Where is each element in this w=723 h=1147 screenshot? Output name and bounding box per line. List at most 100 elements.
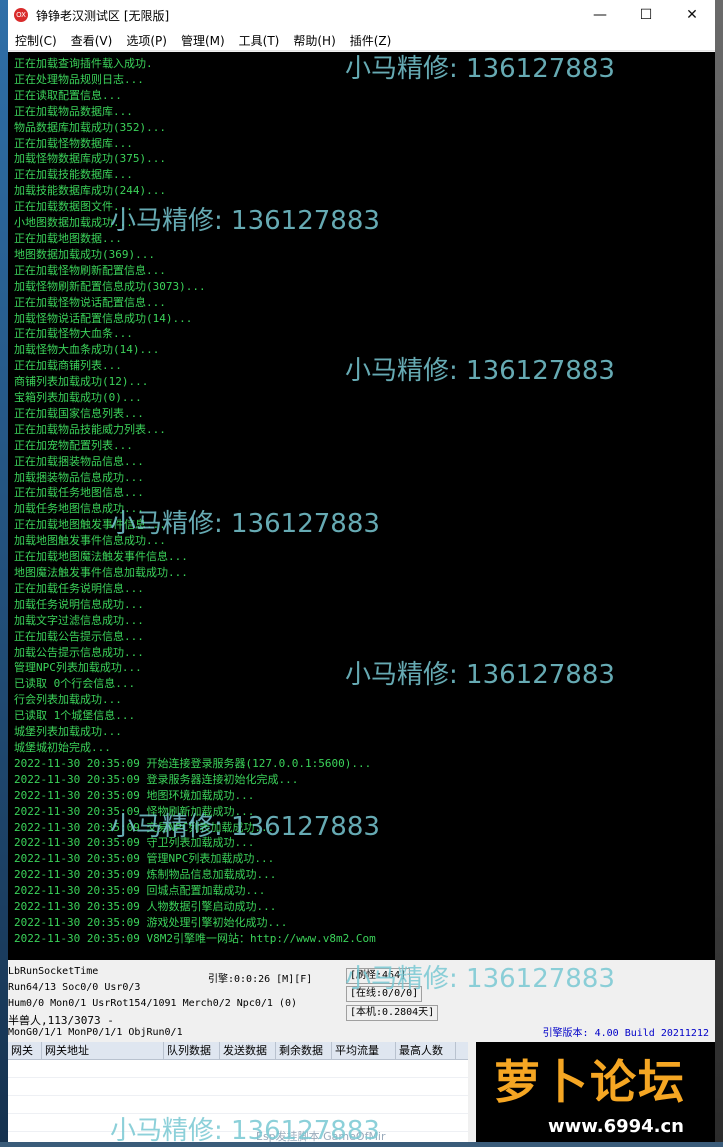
- maximize-icon: ☐: [639, 7, 653, 23]
- log-line: 地图魔法触发事件信息加载成功...: [14, 566, 188, 579]
- logo-text: 萝卜论坛: [494, 1055, 686, 1109]
- close-button[interactable]: ✕: [669, 0, 715, 30]
- col-average-traffic[interactable]: 平均流量: [332, 1042, 396, 1059]
- col-sent-data[interactable]: 发送数据: [220, 1042, 276, 1059]
- col-gateway[interactable]: 网关: [8, 1042, 42, 1059]
- gateway-table-body: [8, 1060, 468, 1142]
- log-line: 加载捆装物品信息成功...: [14, 470, 144, 484]
- forum-logo: 萝卜论坛 www.6994.cn: [476, 1042, 715, 1142]
- log-line: 商铺列表加载成功(12)...: [14, 375, 149, 389]
- log-line: 物品数据库加载成功(352)...: [14, 120, 166, 134]
- local-runtime: [本机:0.2804天]: [346, 1005, 439, 1021]
- log-line: 正在加载怪物大血条...: [14, 327, 133, 341]
- log-line: 正在加载查询插件载入成功.: [14, 57, 153, 70]
- log-line: 正在读取配置信息...: [14, 88, 122, 102]
- engine-time: 引擎:0:0:26 [M][F]: [208, 974, 313, 985]
- socket-time: LbRunSocketTime: [8, 966, 99, 977]
- log-line: 城堡列表加载成功...: [14, 725, 122, 739]
- log-line: 正在加宠物配置列表...: [14, 438, 133, 452]
- log-line: 地图数据加载成功(369)...: [14, 247, 155, 261]
- desktop-right-edge: [715, 0, 723, 1142]
- log-line: 正在加载商铺列表...: [14, 359, 122, 373]
- log-line: 正在加载数据图文件...: [14, 200, 133, 214]
- close-icon: ✕: [686, 7, 698, 23]
- maximize-button[interactable]: ☐: [623, 0, 669, 30]
- menu-manage[interactable]: 管理(M): [174, 32, 232, 49]
- log-line: 2022-11-30 20:35:09 地图环境加载成功...: [14, 788, 255, 802]
- menu-bar: 控制(C) 查看(V) 选项(P) 管理(M) 工具(T) 帮助(H) 插件(Z…: [8, 30, 715, 51]
- col-max-users[interactable]: 最高人数: [396, 1042, 456, 1059]
- log-line: 2022-11-30 20:35:09 怪物刷新加载成功...: [14, 804, 255, 818]
- log-line: 加载文字过滤信息成功...: [14, 613, 144, 627]
- minimize-icon: —: [593, 7, 607, 23]
- app-icon: OX: [14, 8, 28, 22]
- log-line: 正在加载技能数据库...: [14, 168, 133, 182]
- log-line: 已读取 1个城堡信息...: [14, 709, 136, 723]
- gateway-table-header: 网关 网关地址 队列数据 发送数据 剩余数据 平均流量 最高人数: [8, 1042, 468, 1060]
- engine-version: 引擎版本: 4.00 Build 20211212: [542, 1028, 709, 1039]
- log-line: 加载怪物数据库成功(375)...: [14, 152, 166, 166]
- title-bar[interactable]: OX 铮铮老汉测试区 [无限版] — ☐ ✕: [8, 0, 715, 30]
- menu-view[interactable]: 查看(V): [64, 32, 120, 49]
- run-stats: Run64/13 Soc0/0 Usr0/3: [8, 982, 141, 993]
- menu-plugins[interactable]: 插件(Z): [343, 32, 399, 49]
- log-line: 宝箱列表加载成功(0)...: [14, 391, 142, 405]
- log-line: 加载怪物大血条成功(14)...: [14, 343, 160, 357]
- hum-stats: Hum0/0 Mon0/1 UsrRot154/1091 Merch0/2 Np…: [8, 998, 297, 1009]
- menu-options[interactable]: 选项(P): [119, 32, 174, 49]
- log-line: 加载怪物刷新配置信息成功(3073)...: [14, 279, 206, 293]
- menu-help[interactable]: 帮助(H): [286, 32, 342, 49]
- log-line: 管理NPC列表加载成功...: [14, 661, 142, 675]
- log-line: 2022-11-30 20:35:09 交易NPC列表加载成功...: [14, 820, 275, 834]
- menu-tools[interactable]: 工具(T): [232, 32, 287, 49]
- log-line: 2022-11-30 20:35:09 守卫列表加载成功...: [14, 836, 255, 850]
- log-line: 加载地图触发事件信息成功...: [14, 534, 166, 548]
- log-line: 加载公告提示信息成功...: [14, 645, 144, 659]
- gateway-table[interactable]: 网关 网关地址 队列数据 发送数据 剩余数据 平均流量 最高人数: [8, 1042, 468, 1142]
- minimize-button[interactable]: —: [577, 0, 623, 30]
- log-line: 正在加载怪物数据库...: [14, 136, 133, 150]
- col-remaining-data[interactable]: 剩余数据: [276, 1042, 332, 1059]
- logo-url: www.6994.cn: [548, 1116, 684, 1137]
- log-line: 正在加载怪物刷新配置信息...: [14, 263, 166, 277]
- monster-status: 半兽人,113/3073 -: [8, 1014, 114, 1027]
- menu-control[interactable]: 控制(C): [8, 32, 64, 49]
- log-line: 正在处理物品规则日志...: [14, 72, 144, 86]
- log-line: 加载任务说明信息成功...: [14, 597, 144, 611]
- log-line: 城堡城初始完成...: [14, 740, 111, 754]
- log-line: 正在加载公告提示信息...: [14, 629, 144, 643]
- taskbar-caption: Esp发挂脚本 GameOfMir: [256, 1130, 386, 1142]
- online-count: [在线:0/0/0]: [346, 986, 423, 1002]
- log-line: 正在加载地图数据...: [14, 231, 122, 245]
- col-gateway-address[interactable]: 网关地址: [42, 1042, 164, 1059]
- server-log[interactable]: 正在加载查询插件载入成功. 正在处理物品规则日志... 正在读取配置信息... 正在加…: [8, 52, 715, 960]
- refresh-count: [刷怪:464]: [346, 968, 411, 984]
- log-line: 2022-11-30 20:35:09 回城点配置加载成功...: [14, 884, 266, 898]
- desktop-left-edge: [0, 0, 8, 1142]
- mongen-stats: MonG0/1/1 MonP0/1/1 ObjRun0/1: [8, 1027, 183, 1038]
- log-line: 正在加载任务说明信息...: [14, 581, 144, 595]
- window-title: 铮铮老汉测试区 [无限版]: [36, 8, 170, 23]
- log-line: 小地图数据加载成功...: [14, 216, 133, 230]
- log-line: 正在加载物品数据库...: [14, 104, 133, 118]
- log-line: 加载任务地图信息成功...: [14, 502, 144, 516]
- log-line: 2022-11-30 20:35:09 炼制物品信息加载成功...: [14, 868, 277, 882]
- log-line: 2022-11-30 20:35:09 开始连接登录服务器(127.0.0.1:…: [14, 756, 372, 770]
- log-line: 加载技能数据库成功(244)...: [14, 184, 166, 198]
- status-panel: LbRunSocketTime Run64/13 Soc0/0 Usr0/3 引…: [8, 960, 715, 1042]
- log-line: 2022-11-30 20:35:09 管理NPC列表加载成功...: [14, 852, 275, 866]
- log-line: 已读取 0个行会信息...: [14, 677, 136, 691]
- log-line: 正在加载怪物说话配置信息...: [14, 295, 166, 309]
- log-line: 加载怪物说话配置信息成功(14)...: [14, 311, 193, 325]
- log-line: 2022-11-30 20:35:09 登录服务器连接初始化完成...: [14, 772, 299, 786]
- log-line: 正在加载地图魔法触发事件信息...: [14, 550, 188, 564]
- window-controls: — ☐ ✕: [577, 0, 715, 30]
- log-line: 2022-11-30 20:35:09 V8M2引擎唯一网站：http://ww…: [14, 931, 376, 945]
- log-line: 正在加载物品技能威力列表...: [14, 422, 166, 436]
- log-line: 正在加载捆装物品信息...: [14, 454, 144, 468]
- log-line: 正在加载地图触发事件信息...: [14, 518, 166, 532]
- server-window: OX 铮铮老汉测试区 [无限版] — ☐ ✕ 控制(C) 查看(V) 选项(P)…: [8, 0, 715, 1142]
- log-line: 行会列表加载成功...: [14, 693, 122, 707]
- log-line: 正在加载任务地图信息...: [14, 486, 144, 500]
- col-queue-data[interactable]: 队列数据: [164, 1042, 220, 1059]
